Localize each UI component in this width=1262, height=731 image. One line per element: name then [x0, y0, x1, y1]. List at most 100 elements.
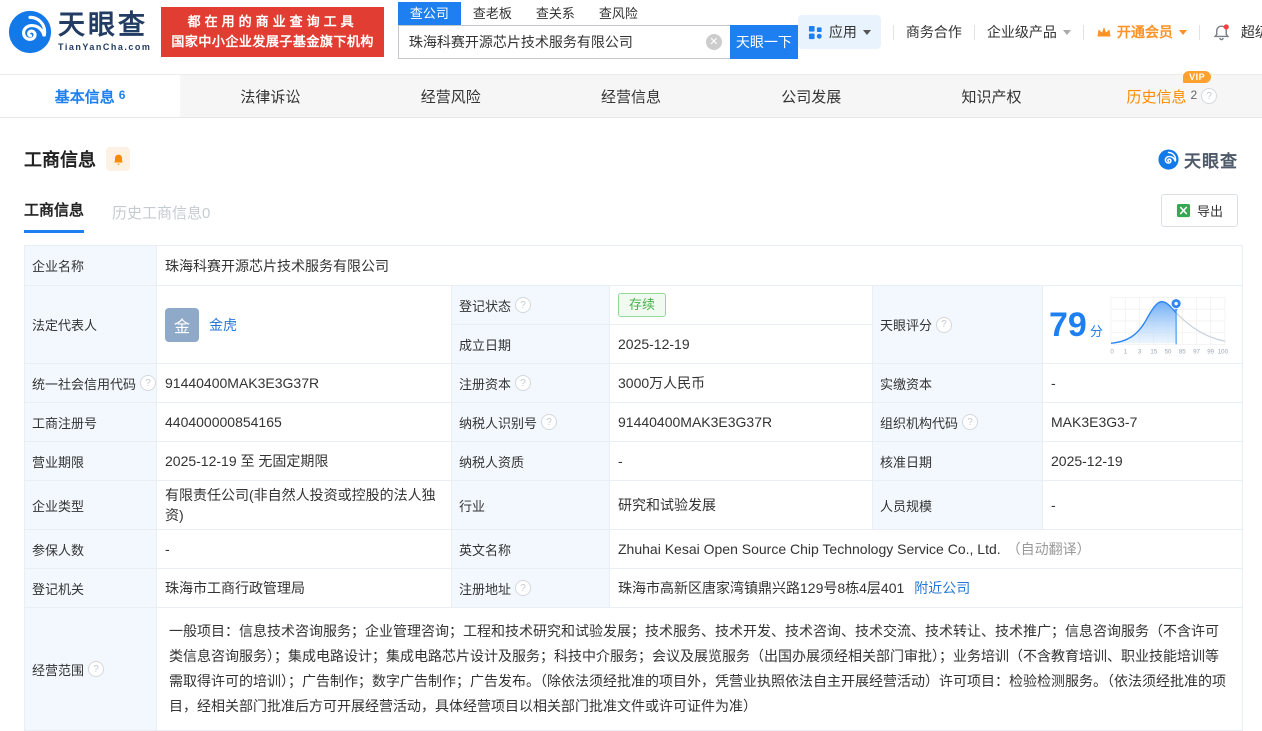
section-header: 工商信息 天眼查	[24, 146, 1238, 172]
legal-rep-link[interactable]: 金虎	[209, 315, 237, 335]
field-label: 组织机构代码 ?	[873, 403, 1043, 442]
svg-text:99: 99	[1207, 348, 1214, 355]
notification-bell[interactable]	[1212, 23, 1231, 42]
field-label: 统一社会信用代码 ?	[25, 364, 157, 403]
header: 天眼查 TianYanCha.com 都在用的商业查询工具 国家中小企业发展子基…	[0, 0, 1262, 64]
tab-operating-risk[interactable]: 经营风险	[361, 75, 541, 117]
table-row: 经营范围 ? 一般项目：信息技术咨询服务；企业管理咨询；工程和技术研究和试验发展…	[25, 608, 1243, 731]
excel-icon	[1176, 203, 1191, 218]
tab-operating-label: 经营信息	[600, 88, 661, 106]
field-label: 参保人数	[25, 530, 157, 569]
chevron-down-icon	[862, 29, 871, 35]
field-label: 行业	[452, 481, 610, 530]
search-input[interactable]	[397, 25, 730, 59]
help-icon[interactable]: ?	[515, 375, 532, 391]
staff-size-value: -	[1043, 481, 1243, 530]
help-icon[interactable]: ?	[962, 414, 979, 430]
field-label: 英文名称	[452, 530, 610, 569]
crown-icon	[1097, 27, 1111, 37]
subtab-row: 工商信息 历史工商信息0 导出	[24, 194, 1238, 233]
nav-apps-label: 应用	[828, 24, 857, 40]
tab-basic-info[interactable]: 基本信息 6	[0, 75, 181, 117]
field-label: 工商注册号	[25, 403, 157, 442]
business-info-table: 企业名称 珠海科赛开源芯片技术服务有限公司 法定代表人 金 金虎 登记状态 ? …	[24, 245, 1243, 731]
tab-history-label: 历史信息	[1126, 88, 1187, 106]
bell-icon	[1213, 23, 1230, 40]
english-name-value: Zhuhai Kesai Open Source Chip Technology…	[610, 530, 1243, 569]
status-badge: 存续	[618, 293, 667, 317]
score-distribution-chart: 0 1 3 15 50 85 97 99 100	[1110, 296, 1228, 355]
auto-translate-note: （自动翻译）	[1006, 541, 1091, 557]
field-label: 登记机关	[25, 569, 157, 608]
reg-number-value: 440400000854165	[157, 403, 452, 442]
field-label: 法定代表人	[25, 286, 157, 364]
search-tab-risk[interactable]: 查风险	[587, 2, 650, 25]
tab-legal-proceedings[interactable]: 法律诉讼	[180, 75, 360, 117]
nav-business-coop[interactable]: 商务合作	[906, 22, 962, 42]
table-row: 法定代表人 金 金虎 登记状态 ? 存续 成立日期 2025-12-19 天眼评…	[25, 286, 1243, 364]
help-icon[interactable]: ?	[1201, 88, 1218, 104]
search-box: ✕ 天眼一下	[397, 25, 798, 59]
section-title: 工商信息	[24, 150, 96, 170]
field-label: 营业期限	[25, 442, 157, 481]
field-label: 核准日期	[873, 442, 1043, 481]
tab-history-info[interactable]: VIP 历史信息 2 ?	[1082, 70, 1262, 117]
nav-separator	[1198, 24, 1200, 40]
search-button[interactable]: 天眼一下	[729, 25, 798, 59]
business-term-value: 2025-12-19 至 无固定期限	[157, 442, 452, 481]
export-button[interactable]: 导出	[1160, 194, 1238, 227]
search-tab-relation[interactable]: 查关系	[524, 2, 587, 25]
table-row: 企业名称 珠海科赛开源芯片技术服务有限公司	[25, 246, 1243, 286]
table-row: 工商注册号 440400000854165 纳税人识别号 ? 91440400M…	[25, 403, 1243, 442]
nav-risk-label: 超级风...	[1240, 24, 1262, 40]
tianyancha-page: 天眼查 TianYanCha.com 都在用的商业查询工具 国家中小企业发展子基…	[0, 0, 1262, 731]
bell-icon	[113, 154, 123, 165]
help-icon[interactable]: ?	[936, 316, 953, 333]
nav-super-risk[interactable]: 超级风...	[1241, 22, 1262, 42]
taxpayer-id-value: 91440400MAK3E3G37R	[610, 403, 873, 442]
nearby-companies-link[interactable]: 附近公司	[914, 578, 970, 598]
help-icon[interactable]: ?	[515, 297, 532, 313]
nav-enterprise-products[interactable]: 企业级产品	[987, 22, 1071, 42]
field-label: 实缴资本	[873, 364, 1043, 403]
search-tab-boss[interactable]: 查老板	[461, 2, 524, 25]
subscribe-bell-button[interactable]	[106, 147, 130, 171]
help-icon[interactable]: ?	[140, 375, 157, 391]
tab-intellectual-property[interactable]: 知识产权	[901, 75, 1081, 117]
tab-basic-label: 基本信息	[54, 88, 115, 106]
nav-separator	[973, 24, 975, 40]
slogan-line2: 国家中小企业发展子基金旗下机构	[171, 34, 374, 49]
insured-count-value: -	[157, 530, 452, 569]
apps-grid-icon	[808, 25, 823, 40]
company-name-value: 珠海科赛开源芯片技术服务有限公司	[157, 246, 1243, 286]
taxpayer-qualification-value: -	[610, 442, 873, 481]
svg-text:50: 50	[1164, 348, 1171, 355]
nav-open-vip[interactable]: 开通会员	[1096, 22, 1187, 42]
subtab-business-info[interactable]: 工商信息	[24, 199, 85, 233]
svg-text:85: 85	[1179, 348, 1186, 355]
field-label: 经营范围 ?	[25, 608, 157, 731]
field-label: 注册地址 ?	[452, 569, 610, 608]
avatar[interactable]: 金	[165, 307, 199, 342]
svg-text:1: 1	[1123, 348, 1127, 355]
field-label: 成立日期	[452, 325, 610, 364]
nav-vip-label: 开通会员	[1116, 24, 1173, 40]
tab-company-development[interactable]: 公司发展	[721, 75, 901, 117]
business-scope-value: 一般项目：信息技术咨询服务；企业管理咨询；工程和技术研究和试验发展；技术服务、技…	[157, 608, 1243, 731]
svg-text:0: 0	[1110, 348, 1114, 355]
legal-rep-value: 金 金虎	[157, 286, 452, 364]
tab-development-label: 公司发展	[781, 88, 842, 106]
tianyancha-logo[interactable]: 天眼查 TianYanCha.com	[8, 10, 151, 54]
nav-apps[interactable]: 应用	[797, 15, 881, 49]
clear-search-icon[interactable]: ✕	[705, 34, 722, 50]
search-tab-company[interactable]: 查公司	[397, 2, 461, 25]
tab-operating-info[interactable]: 经营信息	[541, 75, 721, 117]
help-icon[interactable]: ?	[515, 580, 532, 596]
help-icon[interactable]: ?	[541, 414, 558, 430]
subtab-history-business-info[interactable]: 历史工商信息0	[112, 202, 210, 233]
table-row: 登记机关 珠海市工商行政管理局 注册地址 ? 珠海市高新区唐家湾镇鼎兴路129号…	[25, 569, 1243, 608]
nav-enterprise-label: 企业级产品	[986, 24, 1057, 40]
registered-address-value: 珠海市高新区唐家湾镇鼎兴路129号8栋4层401 附近公司	[610, 569, 1243, 608]
help-icon[interactable]: ?	[88, 661, 105, 677]
nav-separator	[892, 24, 894, 40]
